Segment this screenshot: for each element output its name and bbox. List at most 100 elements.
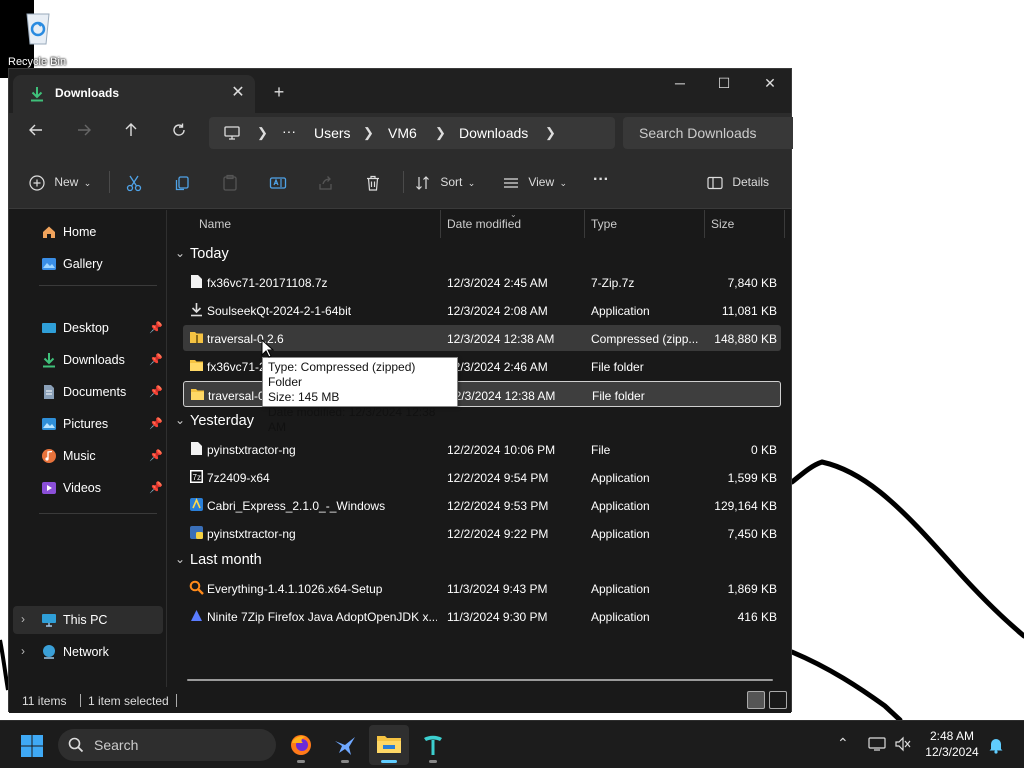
group-header-today[interactable]: ⌄ Today [167, 242, 777, 268]
delete-button[interactable] [364, 169, 382, 195]
refresh-button[interactable] [166, 122, 192, 146]
sidebar-item-documents[interactable]: Documents 📌 [9, 378, 165, 406]
network-status-icon[interactable] [868, 736, 886, 752]
group-header-yesterday[interactable]: ⌄ Yesterday [167, 409, 777, 435]
breadcrumb-users[interactable]: Users [314, 125, 351, 141]
file-name: 7z2409-x64 [207, 471, 270, 485]
share-button[interactable] [317, 169, 335, 195]
sidebar-item-pictures[interactable]: Pictures 📌 [9, 410, 165, 438]
group-header-last-month[interactable]: ⌄ Last month [167, 548, 777, 574]
videos-icon [42, 482, 56, 494]
file-size: 148,880 KB [714, 332, 777, 346]
file-date: 11/3/2024 9:43 PM [447, 582, 548, 596]
sidebar-item-network[interactable]: › Network [9, 638, 165, 666]
breadcrumb-downloads[interactable]: Downloads [459, 125, 528, 141]
tooltip-size: Size: 145 MB [268, 390, 340, 404]
search-input[interactable]: Search Downloads [623, 117, 793, 149]
sidebar-item-home[interactable]: Home [9, 218, 165, 246]
file-row[interactable]: Cabri_Express_2.1.0_-_Windows 12/2/2024 9… [183, 492, 781, 518]
breadcrumb-vm6[interactable]: VM6 [388, 125, 417, 141]
rename-button[interactable] [269, 169, 287, 195]
minimize-button[interactable]: ─ [657, 69, 703, 99]
forward-button[interactable] [71, 122, 97, 146]
sidebar-item-downloads[interactable]: Downloads 📌 [9, 346, 165, 374]
refresh-icon [173, 123, 185, 136]
windows-start-icon[interactable] [20, 734, 44, 758]
sidebar-item-gallery[interactable]: Gallery [9, 250, 165, 278]
taskbar-clock[interactable]: 2:48 AM 12/3/2024 [918, 728, 986, 760]
horizontal-scrollbar[interactable] [187, 679, 773, 681]
taskbar-soulseek[interactable] [325, 725, 365, 765]
folder-icon [191, 389, 204, 400]
file-row[interactable]: fx36vc71-20171108.7z 12/3/2024 2:45 AM 7-Z… [183, 269, 781, 295]
plus-circle-icon [29, 175, 45, 191]
bird-app-icon [335, 737, 355, 755]
chevron-right-icon[interactable]: › [21, 644, 25, 658]
copy-button[interactable] [173, 169, 191, 195]
file-name: Ninite 7Zip Firefox Java AdoptOpenJDK x.… [207, 610, 437, 624]
pin-icon: 📌 [149, 418, 163, 430]
tab-downloads[interactable]: Downloads ✕ [13, 75, 255, 113]
file-size: 0 KB [750, 443, 777, 457]
details-pane-button[interactable]: Details [707, 169, 769, 195]
address-bar[interactable]: ❯ ··· Users ❯ VM6 ❯ Downloads ❯ [209, 117, 615, 149]
clock-time: 2:48 AM [929, 729, 975, 743]
column-header-type[interactable]: Type [585, 210, 705, 238]
column-header-size[interactable]: Size [705, 210, 785, 238]
taskbar-firefox[interactable] [281, 725, 321, 765]
file-date: 11/3/2024 9:30 PM [447, 610, 548, 624]
breadcrumb-overflow-button[interactable]: ··· [282, 123, 296, 139]
column-header-name[interactable]: Name [167, 210, 441, 238]
details-pane-icon [707, 176, 723, 189]
running-indicator [381, 760, 397, 763]
network-icon [43, 645, 55, 659]
volume-muted-icon[interactable] [894, 736, 912, 752]
sidebar-item-label: Gallery [63, 257, 103, 271]
computer-icon [224, 126, 240, 140]
recycle-bin-icon [23, 8, 53, 46]
sidebar-item-videos[interactable]: Videos 📌 [9, 474, 165, 502]
cabri-icon [190, 498, 203, 511]
recycle-bin[interactable]: Recycle Bin [8, 4, 68, 68]
chevron-down-icon: ⌄ [83, 178, 92, 188]
status-bar: 11 items 1 item selected [9, 687, 791, 713]
breadcrumb-chevron-icon[interactable]: ❯ [545, 125, 556, 141]
more-options-button[interactable]: ··· [593, 167, 609, 193]
file-row[interactable]: pyinstxtractor-ng 12/2/2024 10:06 PM File 0… [183, 436, 781, 462]
view-button[interactable]: View ⌄ [503, 169, 567, 195]
sidebar-item-this-pc[interactable]: › This PC [13, 606, 163, 634]
notification-bell-icon[interactable] [988, 736, 1004, 754]
taskbar-pinned-app[interactable] [413, 725, 453, 765]
chevron-right-icon[interactable]: › [21, 612, 25, 626]
paste-button[interactable] [221, 169, 239, 195]
file-row[interactable]: 7z 7z2409-x64 12/2/2024 9:54 PM Application… [183, 464, 781, 490]
file-row[interactable]: pyinstxtractor-ng 12/2/2024 9:22 PM Applic… [183, 520, 781, 546]
file-row[interactable]: Ninite 7Zip Firefox Java AdoptOpenJDK x.… [183, 603, 781, 629]
file-type: Application [591, 499, 650, 513]
details-view-button[interactable] [747, 691, 765, 709]
chevron-down-icon: ⌄ [559, 178, 568, 188]
new-tab-button[interactable]: + [267, 81, 291, 105]
up-button[interactable] [118, 122, 144, 146]
new-button[interactable]: New ⌄ [29, 169, 91, 195]
file-row[interactable]: SoulseekQt-2024-2-1-64bit 12/3/2024 2:08 … [183, 297, 781, 323]
show-hidden-icons-chevron-icon[interactable]: ⌃ [837, 735, 849, 752]
sidebar-item-music[interactable]: Music 📌 [9, 442, 165, 470]
file-row[interactable]: Everything-1.4.1.1026.x64-Setup 11/3/2024… [183, 575, 781, 601]
file-type: Application [591, 471, 650, 485]
title-bar[interactable]: Downloads ✕ + ─ ☐ ✕ [9, 69, 791, 113]
file-size: 1,869 KB [727, 582, 777, 596]
search-placeholder: Search Downloads [639, 125, 757, 141]
sidebar-item-desktop[interactable]: Desktop 📌 [9, 314, 165, 342]
taskbar-search[interactable]: Search [58, 729, 276, 761]
tiles-view-button[interactable] [769, 691, 787, 709]
cut-button[interactable] [125, 169, 143, 195]
maximize-button[interactable]: ☐ [701, 69, 747, 99]
sort-button[interactable]: Sort ⌄ [415, 169, 475, 195]
folder-icon [377, 736, 401, 753]
taskbar-file-explorer[interactable] [369, 725, 409, 765]
documents-icon [44, 385, 54, 399]
close-window-button[interactable]: ✕ [747, 69, 793, 99]
tab-close-button[interactable]: ✕ [228, 83, 248, 103]
back-button[interactable] [23, 122, 49, 146]
